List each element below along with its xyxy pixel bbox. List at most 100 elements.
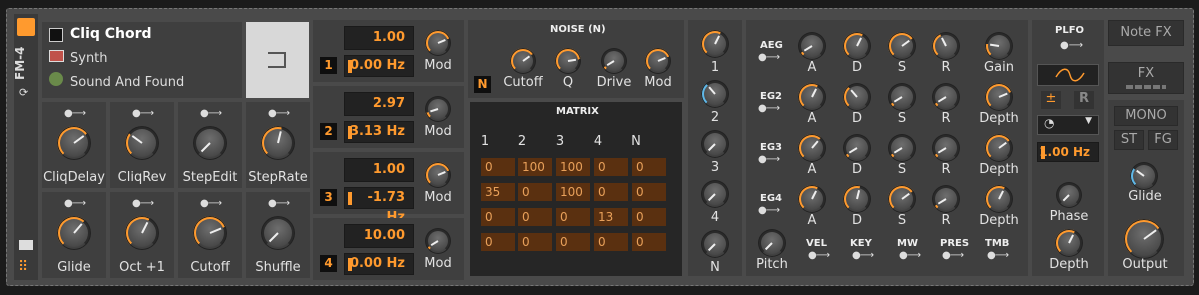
mono-button[interactable]: MONO — [1114, 106, 1178, 126]
operator-ratio[interactable]: 1.00 — [344, 26, 414, 50]
operator-level-knob[interactable] — [701, 130, 729, 158]
eg-knob[interactable] — [798, 83, 826, 111]
mod-source-arrow[interactable]: ●⟶ — [942, 250, 964, 261]
matrix-cell[interactable]: 0 — [556, 208, 590, 226]
matrix-cell[interactable]: 0 — [632, 183, 666, 201]
st-button[interactable]: ST — [1114, 130, 1144, 150]
output-knob[interactable] — [1124, 219, 1164, 259]
eg-knob[interactable] — [843, 83, 871, 111]
macro-mapping-arrow[interactable]: ●⟶ — [200, 198, 222, 209]
macro-mapping-arrow[interactable]: ●⟶ — [64, 198, 86, 209]
note-fx-button[interactable]: Note FX — [1108, 20, 1184, 46]
operator-fine[interactable]: 0.00 Hz — [344, 253, 414, 275]
plfo-rate[interactable]: 1.00 Hz — [1037, 142, 1099, 162]
eg-knob[interactable] — [932, 83, 960, 111]
matrix-cell[interactable]: 0 — [518, 208, 552, 226]
macro-mapping-arrow[interactable]: ●⟶ — [132, 108, 154, 119]
eg-mapping-arrow[interactable]: ●⟶ — [758, 154, 780, 165]
macro-mapping-arrow[interactable]: ●⟶ — [132, 198, 154, 209]
eg-knob[interactable] — [888, 134, 916, 162]
noise-knob[interactable] — [510, 48, 536, 74]
operator-level-knob[interactable] — [701, 230, 729, 258]
matrix-cell[interactable]: 13 — [594, 208, 628, 226]
eg-amount-knob[interactable] — [985, 83, 1013, 111]
plfo-bipolar-button[interactable]: ± — [1041, 91, 1061, 109]
eg-mapping-arrow[interactable]: ●⟶ — [758, 205, 780, 216]
macro-knob[interactable] — [57, 216, 91, 250]
eg-knob[interactable] — [798, 134, 826, 162]
folder-icon[interactable] — [19, 240, 33, 250]
matrix-cell[interactable]: 0 — [556, 233, 590, 251]
noise-knob[interactable] — [645, 48, 671, 74]
matrix-cell[interactable]: 0 — [594, 158, 628, 176]
category-label[interactable]: Synth — [70, 51, 108, 66]
matrix-cell[interactable]: 100 — [556, 183, 590, 201]
macro-knob[interactable] — [193, 216, 227, 250]
matrix-cell[interactable]: 0 — [594, 183, 628, 201]
device-icon[interactable] — [17, 18, 35, 36]
matrix-cell[interactable]: 100 — [556, 158, 590, 176]
mod-source-arrow[interactable]: ●⟶ — [987, 250, 1009, 261]
matrix-cell[interactable]: 35 — [481, 183, 515, 201]
matrix-cell[interactable]: 0 — [594, 233, 628, 251]
matrix-cell[interactable]: 100 — [518, 158, 552, 176]
operator-mod-knob[interactable] — [425, 162, 451, 188]
macro-knob[interactable] — [125, 126, 159, 160]
eg-amount-knob[interactable] — [985, 185, 1013, 213]
eg-knob[interactable] — [932, 185, 960, 213]
glide-knob[interactable] — [1130, 162, 1158, 190]
eg-amount-knob[interactable] — [985, 32, 1013, 60]
fx-button[interactable]: FX — [1108, 62, 1184, 94]
eg-knob[interactable] — [888, 83, 916, 111]
noise-badge[interactable]: N — [474, 76, 491, 93]
plfo-retrigger-button[interactable]: R — [1074, 91, 1094, 109]
noise-knob[interactable] — [601, 48, 627, 74]
pitch-knob[interactable] — [758, 229, 786, 257]
matrix-cell[interactable]: 0 — [518, 233, 552, 251]
eg-mapping-arrow[interactable]: ●⟶ — [758, 52, 780, 63]
eg-mapping-arrow[interactable]: ●⟶ — [758, 103, 780, 114]
operator-mod-knob[interactable] — [425, 228, 451, 254]
operator-ratio[interactable]: 2.97 — [344, 92, 414, 116]
macro-mapping-arrow[interactable]: ●⟶ — [268, 108, 290, 119]
operator-mod-knob[interactable] — [425, 30, 451, 56]
operator-fine[interactable]: 0.00 Hz — [344, 55, 414, 77]
remote-controls-icon[interactable]: ⟳ — [19, 86, 28, 99]
preset-name[interactable]: Cliq Chord — [70, 26, 152, 42]
plfo-arrow[interactable]: ●⟶ — [1060, 40, 1083, 51]
mod-source-arrow[interactable]: ●⟶ — [852, 250, 874, 261]
eg-amount-knob[interactable] — [985, 134, 1013, 162]
eg-knob[interactable] — [888, 185, 916, 213]
creator-label[interactable]: Sound And Found — [70, 75, 184, 90]
mod-source-arrow[interactable]: ●⟶ — [808, 250, 830, 261]
macro-knob[interactable] — [193, 126, 227, 160]
eg-knob[interactable] — [932, 134, 960, 162]
matrix-cell[interactable]: 0 — [632, 208, 666, 226]
operator-fine[interactable]: -1.73 Hz — [344, 187, 414, 225]
eg-knob[interactable] — [798, 32, 826, 60]
matrix-cell[interactable]: 0 — [518, 183, 552, 201]
operator-fine[interactable]: 3.13 Hz — [344, 121, 414, 143]
enter-device-button[interactable] — [246, 22, 309, 98]
operator-level-knob[interactable] — [701, 30, 729, 58]
macro-knob[interactable] — [261, 216, 295, 250]
macro-knob[interactable] — [57, 126, 91, 160]
eg-knob[interactable] — [843, 32, 871, 60]
matrix-cell[interactable]: 0 — [481, 158, 515, 176]
plfo-depth-knob[interactable] — [1055, 229, 1083, 257]
macro-mapping-arrow[interactable]: ●⟶ — [268, 198, 290, 209]
eg-knob[interactable] — [888, 32, 916, 60]
grid-icon[interactable]: ⠿ — [18, 260, 34, 274]
plfo-phase-knob[interactable] — [1056, 182, 1082, 208]
eg-knob[interactable] — [843, 185, 871, 213]
macro-mapping-arrow[interactable]: ●⟶ — [200, 108, 222, 119]
macro-mapping-arrow[interactable]: ●⟶ — [64, 108, 86, 119]
eg-knob[interactable] — [932, 32, 960, 60]
noise-knob[interactable] — [555, 48, 581, 74]
eg-knob[interactable] — [843, 134, 871, 162]
macro-knob[interactable] — [261, 126, 295, 160]
operator-mod-knob[interactable] — [425, 96, 451, 122]
matrix-cell[interactable]: 0 — [481, 208, 515, 226]
operator-ratio[interactable]: 10.00 — [344, 224, 414, 248]
macro-knob[interactable] — [125, 216, 159, 250]
